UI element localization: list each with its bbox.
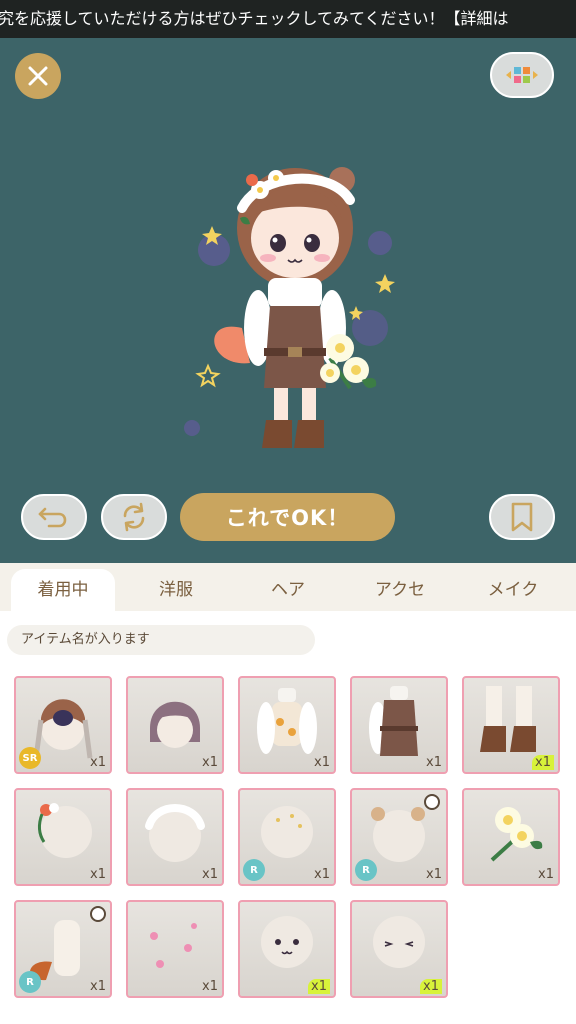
close-icon	[28, 66, 48, 86]
item-flower-hair-accessory[interactable]: x1	[14, 788, 112, 886]
item-brown-overall-shorts[interactable]: x1	[350, 676, 448, 774]
item-count: x1	[426, 755, 442, 770]
color-switch-button[interactable]	[490, 52, 554, 98]
item-panel: アイテム名が入ります SR x1 x1 x1 x1 x1 x1 x1 R x1 …	[0, 611, 576, 1024]
item-closed-eyes-face[interactable]: x1	[350, 900, 448, 998]
category-tabs: 着用中 洋服 ヘア アクセ メイク	[0, 563, 576, 611]
item-name-field: アイテム名が入ります	[7, 625, 315, 655]
item-bear-ears[interactable]: R x1	[350, 788, 448, 886]
item-count: x1	[314, 867, 330, 882]
item-purple-bob-hair[interactable]: x1	[126, 676, 224, 774]
item-count: x1	[90, 867, 106, 882]
rarity-badge: R	[19, 971, 41, 993]
item-cat-mouth-face[interactable]: x1	[238, 900, 336, 998]
refresh-icon	[123, 502, 145, 532]
rarity-badge: R	[243, 859, 265, 881]
item-white-flower-bouquet[interactable]: x1	[462, 788, 560, 886]
ticker-text: 究を応援していただける方はぜひチェックしてみてください！【詳細は	[0, 9, 509, 28]
item-count: x1	[202, 979, 218, 994]
tab-makeup[interactable]: メイク	[461, 569, 565, 611]
color-switch-icon	[506, 67, 538, 83]
avatar-character	[214, 167, 377, 448]
item-white-floral-blouse[interactable]: x1	[238, 676, 336, 774]
refresh-button[interactable]	[101, 494, 167, 540]
item-brown-braid-hair[interactable]: SR x1	[14, 676, 112, 774]
item-count: x1	[532, 755, 554, 770]
item-sparkle-hair-glitter[interactable]: R x1	[238, 788, 336, 886]
undo-icon	[38, 507, 67, 528]
tab-clothes[interactable]: 洋服	[124, 569, 228, 611]
item-count: x1	[202, 755, 218, 770]
close-button[interactable]	[15, 53, 61, 99]
announcement-ticker[interactable]: 究を応援していただける方はぜひチェックしてみてください！【詳細は	[0, 0, 576, 38]
item-pink-aura-effect[interactable]: x1	[126, 900, 224, 998]
tab-hair[interactable]: ヘア	[236, 569, 340, 611]
item-name-placeholder: アイテム名が入ります	[21, 632, 150, 647]
bookmark-icon	[511, 502, 533, 532]
avatar-stage: これでOK！	[0, 38, 576, 563]
item-fox-tail[interactable]: R x1	[14, 900, 112, 998]
item-count: x1	[314, 755, 330, 770]
item-count: x1	[308, 979, 330, 994]
bookmark-button[interactable]	[489, 494, 555, 540]
item-paw-boots[interactable]: x1	[462, 676, 560, 774]
item-count: x1	[202, 867, 218, 882]
item-count: x1	[420, 979, 442, 994]
item-count: x1	[90, 979, 106, 994]
undo-button[interactable]	[21, 494, 87, 540]
item-count: x1	[426, 867, 442, 882]
item-lace-headband[interactable]: x1	[126, 788, 224, 886]
tab-wearing[interactable]: 着用中	[11, 569, 115, 611]
item-count: x1	[538, 867, 554, 882]
tab-accessories[interactable]: アクセ	[348, 569, 452, 611]
confirm-ok-button[interactable]: これでOK！	[180, 493, 395, 541]
rarity-badge: SR	[19, 747, 41, 769]
ok-label: これでOK！	[225, 506, 350, 530]
item-count: x1	[90, 755, 106, 770]
rarity-badge: R	[355, 859, 377, 881]
